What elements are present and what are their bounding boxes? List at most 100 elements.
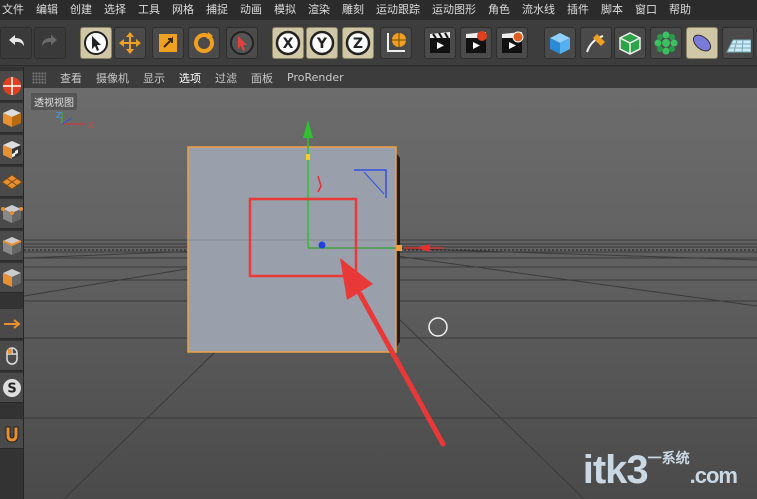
viewport-menu-item[interactable]: 摄像机 xyxy=(96,70,129,86)
subdivision-surface-button[interactable] xyxy=(614,27,646,59)
checker-cube-icon xyxy=(2,140,21,159)
model-mode-button[interactable] xyxy=(0,103,23,133)
viewport-menu-item[interactable]: 面板 xyxy=(251,70,273,86)
y-axis-lock-button[interactable]: Y xyxy=(306,27,338,59)
scale-tool-button[interactable] xyxy=(152,27,184,59)
menu-item[interactable]: 插件 xyxy=(567,0,589,20)
menu-item[interactable]: 流水线 xyxy=(522,0,555,20)
tweak-mode-button[interactable] xyxy=(0,341,23,371)
menu-item[interactable]: 运动跟踪 xyxy=(376,0,420,20)
axis-mode-button[interactable] xyxy=(0,309,23,339)
redo-button[interactable] xyxy=(34,27,66,59)
render-picture-viewer-button[interactable] xyxy=(460,27,492,59)
menu-item[interactable]: 运动图形 xyxy=(432,0,476,20)
viewport-menu-bar: 查看 摄像机 显示 选项 过滤 面板 ProRender xyxy=(24,67,757,88)
menu-item[interactable]: 脚本 xyxy=(601,0,623,20)
snap-button[interactable]: S xyxy=(0,373,23,403)
render-picture-viewer-icon xyxy=(466,31,487,53)
menu-item[interactable]: 窗口 xyxy=(635,0,657,20)
menu-item[interactable]: 雕刻 xyxy=(342,0,364,20)
left-tool-palette: S xyxy=(0,67,24,499)
grid-plane-icon xyxy=(0,173,23,190)
watermark-suffix: .com xyxy=(689,463,738,488)
render-view-icon xyxy=(430,32,450,53)
cloner-icon xyxy=(654,31,678,55)
points-mode-button[interactable] xyxy=(0,199,23,229)
svg-text:X: X xyxy=(283,36,294,52)
magnet-icon xyxy=(5,426,18,443)
viewport-menu-item[interactable]: 查看 xyxy=(60,70,82,86)
select-cursor-icon xyxy=(84,31,108,55)
menu-item[interactable]: 动画 xyxy=(240,0,262,20)
model-cube-icon xyxy=(2,108,21,127)
move-icon xyxy=(119,32,141,54)
floor-icon xyxy=(726,39,751,53)
z-axis-icon: Z xyxy=(345,30,371,56)
cloner-button[interactable] xyxy=(650,27,682,59)
rotate-tool-button[interactable] xyxy=(188,27,220,59)
viewport-title: 透视视图 xyxy=(31,93,77,110)
world-coordinate-button[interactable] xyxy=(380,27,412,59)
z-axis-label: Z xyxy=(56,111,62,120)
sphere-icon xyxy=(2,76,21,95)
pen-tool-button[interactable] xyxy=(580,27,612,59)
menu-item[interactable]: 创建 xyxy=(70,0,92,20)
svg-text:Z: Z xyxy=(353,36,363,52)
magnet-button[interactable] xyxy=(0,419,23,449)
snap-s-icon: S xyxy=(2,378,21,397)
z-axis-lock-button[interactable]: Z xyxy=(342,27,374,59)
perspective-viewport[interactable]: Z X 透视视图 itk3一系统.com xyxy=(24,88,757,499)
polygons-mode-button[interactable] xyxy=(0,263,23,293)
menu-item[interactable]: 网格 xyxy=(172,0,194,20)
deformer-button[interactable] xyxy=(686,27,718,59)
viewport-menu-item[interactable]: 选项 xyxy=(179,70,201,86)
render-settings-icon xyxy=(502,31,524,53)
polygons-cube-icon xyxy=(2,268,21,287)
select-cursor-button[interactable] xyxy=(80,27,112,59)
watermark: itk3一系统.com xyxy=(582,448,738,493)
menu-item[interactable]: 文件 xyxy=(2,0,24,20)
menu-item[interactable]: 捕捉 xyxy=(206,0,228,20)
live-selection-button[interactable] xyxy=(226,27,258,59)
subdivision-icon xyxy=(619,32,641,55)
points-cube-icon xyxy=(0,204,23,223)
viewport-menu-item[interactable]: ProRender xyxy=(287,71,344,84)
render-settings-button[interactable] xyxy=(496,27,528,59)
undo-button[interactable] xyxy=(0,27,32,59)
watermark-sub: 一系统 xyxy=(647,450,690,466)
menu-item[interactable]: 编辑 xyxy=(36,0,58,20)
edges-mode-button[interactable] xyxy=(0,231,23,261)
menu-item[interactable]: 角色 xyxy=(488,0,510,20)
menu-item[interactable]: 帮助 xyxy=(669,0,691,20)
menu-item[interactable]: 选择 xyxy=(104,0,126,20)
menu-item[interactable]: 工具 xyxy=(138,0,160,20)
world-coordinate-icon xyxy=(387,33,406,52)
grip-handle-icon[interactable] xyxy=(32,71,46,84)
viewport-menu-item[interactable]: 过滤 xyxy=(215,70,237,86)
watermark-main: itk3 xyxy=(582,448,649,492)
arrow-icon xyxy=(3,318,21,329)
texture-mode-button[interactable] xyxy=(0,135,23,165)
move-tool-button[interactable] xyxy=(114,27,146,59)
menu-bar: 文件 编辑 创建 选择 工具 网格 捕捉 动画 模拟 渲染 雕刻 运动跟踪 运动图形 角色 流水线 插件 脚本窗… xyxy=(0,0,757,20)
workplane-button[interactable] xyxy=(0,167,23,197)
mouse-icon xyxy=(5,346,18,365)
viewport-menu-item[interactable]: 显示 xyxy=(143,70,165,86)
render-view-button[interactable] xyxy=(424,27,456,59)
svg-text:Y: Y xyxy=(316,36,328,52)
make-editable-button[interactable] xyxy=(0,71,23,101)
viewport-scene: Z X xyxy=(24,111,757,499)
deformer-icon xyxy=(692,34,712,52)
pen-icon xyxy=(586,34,605,53)
x-axis-lock-button[interactable]: X xyxy=(272,27,304,59)
menu-item[interactable]: 渲染 xyxy=(308,0,330,20)
svg-text:S: S xyxy=(7,381,16,396)
add-cube-button[interactable] xyxy=(544,27,576,59)
x-axis-label: X xyxy=(88,121,94,130)
undo-icon xyxy=(9,35,24,46)
rotate-icon xyxy=(194,32,214,53)
main-toolbar: X Y Z xyxy=(0,20,757,66)
menu-item[interactable]: 模拟 xyxy=(274,0,296,20)
floor-button[interactable] xyxy=(722,27,754,59)
scale-icon xyxy=(159,34,177,52)
